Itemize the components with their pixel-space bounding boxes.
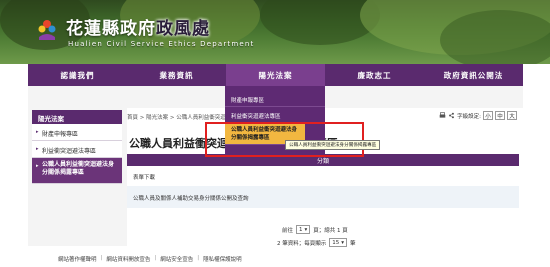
footer-sep: | — [154, 255, 157, 261]
chevron-down-icon: ▾ — [304, 226, 308, 233]
nav-sunshine-law[interactable]: 陽光法案 — [226, 64, 325, 86]
nav-volunteers[interactable]: 廉政志工 — [325, 64, 424, 86]
nav-about[interactable]: 認識我們 — [28, 64, 127, 86]
footer-link-privacy[interactable]: 隱私權保護說明 — [203, 255, 242, 263]
nav-info-disclosure[interactable]: 政府資訊公開法 — [424, 64, 523, 86]
breadcrumb-sep: > — [169, 115, 175, 121]
pager-suffix: 頁；總共 1 頁 — [313, 227, 348, 234]
per-page-suffix: 筆 — [350, 240, 356, 247]
section-header: 表單下載 — [133, 175, 156, 181]
page-select-value: 1 — [299, 226, 303, 233]
list-item[interactable]: 公職人員及關係人補助交易身分關係公開及查詢 — [127, 186, 519, 208]
site-banner: 花蓮縣政府政風處 Hualien Civil Service Ethics De… — [0, 0, 550, 64]
nav-business[interactable]: 業務資訊 — [127, 64, 226, 86]
sidebar-header: 陽光法案 — [32, 110, 122, 124]
dropdown-item-property-declaration[interactable]: 財產申報專區 — [225, 91, 325, 107]
sidebar: 陽光法案 財產申報專區 利益衝突迴避法專區 公職人員利益衝突迴避法身分關係揭露專… — [32, 110, 122, 184]
font-size-medium[interactable]: 中 — [495, 111, 505, 120]
sidebar-item-conflict-of-interest[interactable]: 利益衝突迴避法專區 — [32, 141, 122, 158]
banner-foliage — [440, 10, 550, 64]
site-subtitle: Hualien Civil Service Ethics Department — [68, 40, 255, 48]
chevron-down-icon: ▾ — [341, 239, 345, 246]
per-page-value: 15 — [332, 239, 340, 246]
per-page-select[interactable]: 15 ▾ — [329, 238, 348, 247]
print-icon[interactable] — [439, 112, 446, 119]
footer-sep: | — [100, 255, 103, 261]
font-size-small[interactable]: 小 — [483, 111, 493, 120]
breadcrumb-sep: > — [139, 115, 145, 121]
per-page: 2 筆資料；每頁顯示 15 ▾ 筆 — [277, 238, 356, 247]
pager-prefix: 前往 — [282, 227, 294, 234]
site-title[interactable]: 花蓮縣政府政風處 — [66, 14, 210, 39]
breadcrumb-home[interactable]: 首頁 — [127, 115, 138, 121]
breadcrumb-level1[interactable]: 陽光法案 — [146, 115, 168, 121]
footer-link-copyright[interactable]: 網站著作權聲明 — [58, 255, 97, 263]
footer: 網站著作權聲明 | 網站資料開放宣告 | 網站安全宣告 | 隱私權保護說明 — [0, 250, 550, 267]
record-count: 2 筆資料；每頁顯示 — [277, 240, 327, 247]
page-select[interactable]: 1 ▾ — [296, 225, 311, 234]
footer-link-security[interactable]: 網站安全宣告 — [160, 255, 193, 263]
footer-sep: | — [197, 255, 200, 261]
main-nav: 認識我們 業務資訊 陽光法案 廉政志工 政府資訊公開法 — [28, 64, 523, 86]
share-icon[interactable] — [448, 112, 455, 119]
tooltip: 公職人員利益衝突迴避法身分關係揭露專區 — [285, 140, 381, 150]
font-size-label: 字級設定: — [457, 113, 481, 120]
footer-links: 網站著作權聲明 | 網站資料開放宣告 | 網站安全宣告 | 隱私權保護說明 — [58, 255, 242, 263]
site-title-highlight: 政風處 — [156, 19, 210, 39]
font-size-large[interactable]: 大 — [507, 111, 517, 120]
font-size-control: 字級設定: 小 中 大 — [439, 111, 517, 120]
pager: 前往 1 ▾ 頁；總共 1 頁 — [282, 225, 348, 234]
sidebar-item-relationship-disclosure[interactable]: 公職人員利益衝突迴避法身分關係揭露專區 — [32, 158, 122, 184]
dropdown-item-conflict-of-interest[interactable]: 利益衝突迴避法專區 — [225, 107, 325, 123]
logo-icon[interactable] — [36, 17, 58, 41]
sidebar-item-property-declaration[interactable]: 財產申報專區 — [32, 124, 122, 141]
footer-link-open-data[interactable]: 網站資料開放宣告 — [106, 255, 150, 263]
site-title-main: 花蓮縣政府 — [66, 19, 156, 39]
